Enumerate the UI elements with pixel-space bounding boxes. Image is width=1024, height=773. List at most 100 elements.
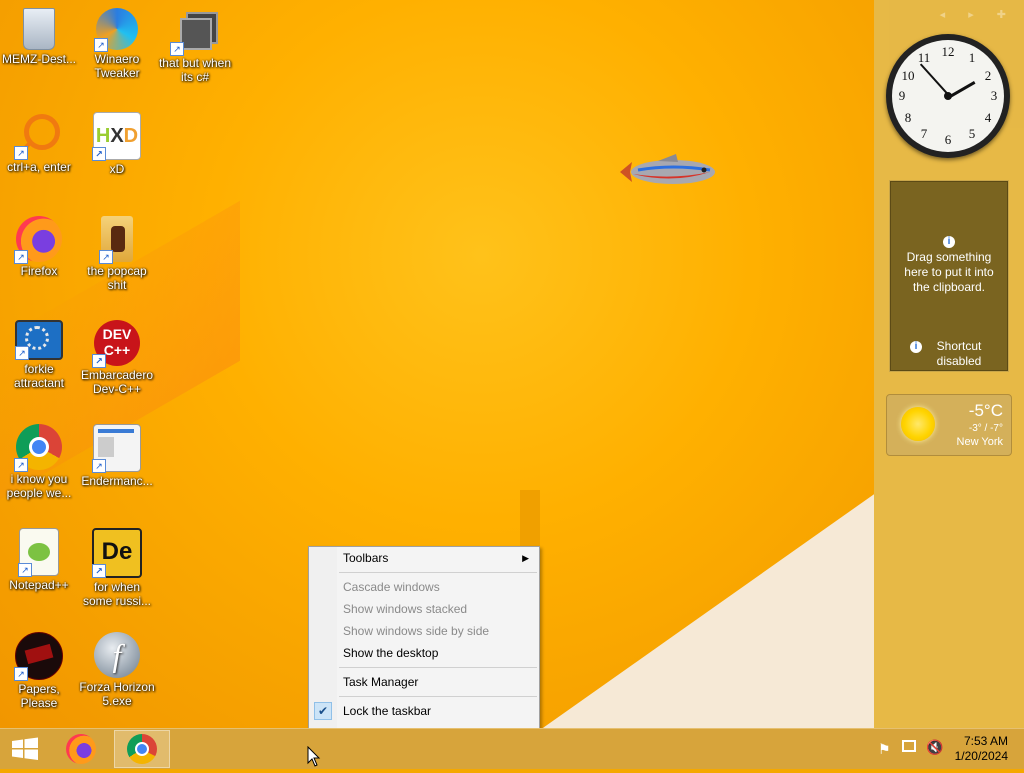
icon-label: ctrl+a, enter — [7, 160, 71, 174]
network-icon[interactable] — [902, 740, 916, 752]
shortcut-arrow-icon: ↗ — [18, 563, 32, 577]
desktop-icon[interactable]: ↗ Endermanc... — [78, 424, 156, 488]
desktop-icon[interactable]: f Forza Horizon 5.exe — [78, 632, 156, 708]
menu-item-lock-the-taskbar[interactable]: ✔ Lock the taskbar — [309, 700, 539, 722]
shortcut-arrow-icon: ↗ — [92, 147, 106, 161]
taskbar[interactable]: ⚑ 🔇 7:53 AM 1/20/2024 — [0, 728, 1024, 769]
desktop-icon[interactable]: ↗ i know you people we... — [0, 424, 78, 500]
folder-icon: ↗ — [99, 216, 133, 264]
icon-label: forkie attractant — [13, 362, 65, 390]
icon-label: Winaero Tweaker — [94, 52, 140, 80]
taskbar-date: 1/20/2024 — [954, 749, 1008, 763]
menu-item-label: Show windows side by side — [343, 624, 490, 638]
desktop-icon[interactable]: ↗ ctrl+a, enter — [0, 112, 78, 174]
clock-gadget[interactable]: 12 1 2 3 4 5 6 7 8 9 10 11 — [886, 34, 1010, 158]
desktop-icon[interactable]: ↗ Winaero Tweaker — [78, 8, 156, 80]
clock-number: 9 — [898, 88, 906, 103]
shortcut-arrow-icon: ↗ — [170, 42, 184, 56]
clock-hour-hand — [948, 81, 976, 99]
clipboard-message: Drag something here to put it into the c… — [904, 250, 994, 294]
icon-label: Firefox — [20, 264, 58, 278]
clock-number: 11 — [917, 50, 931, 65]
wallpaper-shape — [540, 490, 874, 728]
taskbar-chrome-button[interactable] — [114, 730, 170, 768]
menu-item-toolbars[interactable]: Toolbars ▶ — [309, 547, 539, 569]
desktop-icon[interactable]: ↗ forkie attractant — [0, 320, 78, 390]
clipboard-gadget[interactable]: i Drag something here to put it into the… — [889, 180, 1009, 372]
icon-label: Embarcadero Dev-C++ — [80, 368, 154, 396]
desktop-icon[interactable]: DEV C++ ↗ Embarcadero Dev-C++ — [78, 320, 156, 396]
weather-range: -3° / -7° — [968, 423, 1003, 434]
icon-label: Forza Horizon 5.exe — [79, 680, 155, 708]
info-icon: i — [890, 233, 1008, 248]
taskbar-time: 7:53 AM — [963, 734, 1008, 748]
icon-label: i know you people we... — [6, 472, 72, 500]
chrome-icon: ↗ — [14, 424, 62, 472]
shortcut-arrow-icon: ↗ — [15, 346, 29, 360]
de-icon: De ↗ — [92, 528, 142, 578]
icon-label: that but when its c# — [158, 56, 232, 84]
clock-number: 3 — [990, 88, 998, 103]
submenu-arrow-icon: ▶ — [522, 553, 529, 563]
menu-item-show-the-desktop[interactable]: Show the desktop — [309, 642, 539, 664]
menu-item-show-windows-stacked[interactable]: Show windows stacked — [309, 598, 539, 620]
monitor-gear-icon: ↗ — [15, 320, 63, 360]
weather-city: New York — [956, 436, 1003, 448]
volume-muted-icon[interactable]: 🔇 — [926, 739, 943, 756]
checkmark-icon: ✔ — [314, 702, 332, 720]
orange-ring-icon: ↗ — [14, 112, 62, 160]
devcpp-icon: DEV C++ ↗ — [92, 320, 140, 368]
window-app-icon: ↗ — [92, 424, 141, 473]
icon-label: for when some russi... — [82, 580, 151, 608]
shortcut-arrow-icon: ↗ — [14, 250, 28, 264]
papers-please-icon: ↗ — [14, 632, 63, 681]
sidebar-nav[interactable]: ◂ ▸ ✚ — [940, 8, 1016, 21]
hxd-icon: HXD ↗ — [92, 112, 141, 161]
clock-center — [944, 92, 952, 100]
weather-temp: -5°C — [968, 401, 1003, 420]
desktop-icon[interactable]: ↗ Notepad++ — [0, 528, 78, 592]
taskbar-firefox-button[interactable] — [54, 730, 110, 768]
start-button[interactable] — [0, 730, 50, 768]
icon-label: Endermanc... — [81, 474, 153, 488]
shortcut-arrow-icon: ↗ — [92, 459, 106, 473]
desktop-icon[interactable]: HXD ↗ xD — [78, 112, 156, 176]
desktop-icon[interactable]: ↗ the popcap shit — [78, 216, 156, 292]
icon-label: the popcap shit — [87, 264, 147, 292]
stacked-windows-icon: ↗ — [170, 8, 218, 56]
clock-number: 10 — [901, 68, 915, 83]
windows-logo-icon — [12, 737, 38, 760]
flag-icon[interactable]: ⚑ — [878, 741, 891, 758]
icon-label: Notepad++ — [9, 578, 69, 592]
recycle-bin-icon — [23, 8, 55, 50]
menu-item-label: Cascade windows — [343, 580, 440, 594]
shortcut-arrow-icon: ↗ — [14, 458, 28, 472]
menu-item-label: Show the desktop — [343, 646, 439, 660]
clock-number: 4 — [984, 110, 992, 125]
firefox-icon — [66, 734, 96, 764]
fish-icon — [620, 154, 715, 184]
menu-item-cascade-windows[interactable]: Cascade windows — [309, 576, 539, 598]
desktop-icon[interactable]: MEMZ-Dest... — [0, 8, 78, 66]
menu-item-label: Toolbars — [343, 551, 389, 565]
weather-gadget[interactable]: -5°C -3° / -7° New York — [886, 394, 1012, 456]
icon-label: MEMZ-Dest... — [2, 52, 76, 66]
shortcut-arrow-icon: ↗ — [14, 146, 28, 160]
shortcut-arrow-icon: ↗ — [14, 667, 28, 681]
menu-item-task-manager[interactable]: Task Manager — [309, 671, 539, 693]
menu-separator — [339, 667, 537, 668]
menu-separator — [339, 572, 537, 573]
desktop-icon[interactable]: De ↗ for when some russi... — [78, 528, 156, 608]
desktop-icon[interactable]: ↗ that but when its c# — [156, 8, 234, 84]
clock-number: 5 — [968, 126, 976, 141]
menu-separator — [339, 696, 537, 697]
clock-number: 2 — [984, 68, 992, 83]
clock-number: 12 — [941, 44, 955, 59]
menu-item-show-windows-side-by-side[interactable]: Show windows side by side — [309, 620, 539, 642]
taskbar-clock[interactable]: 7:53 AM 1/20/2024 — [955, 734, 1008, 764]
shortcut-arrow-icon: ↗ — [92, 564, 106, 578]
desktop-icon[interactable]: ↗ Firefox — [0, 216, 78, 278]
chrome-icon — [127, 734, 157, 764]
desktop-icon[interactable]: ↗ Papers, Please — [0, 632, 78, 710]
clipboard-shortcut-status: i Shortcut disabled — [898, 339, 1000, 369]
